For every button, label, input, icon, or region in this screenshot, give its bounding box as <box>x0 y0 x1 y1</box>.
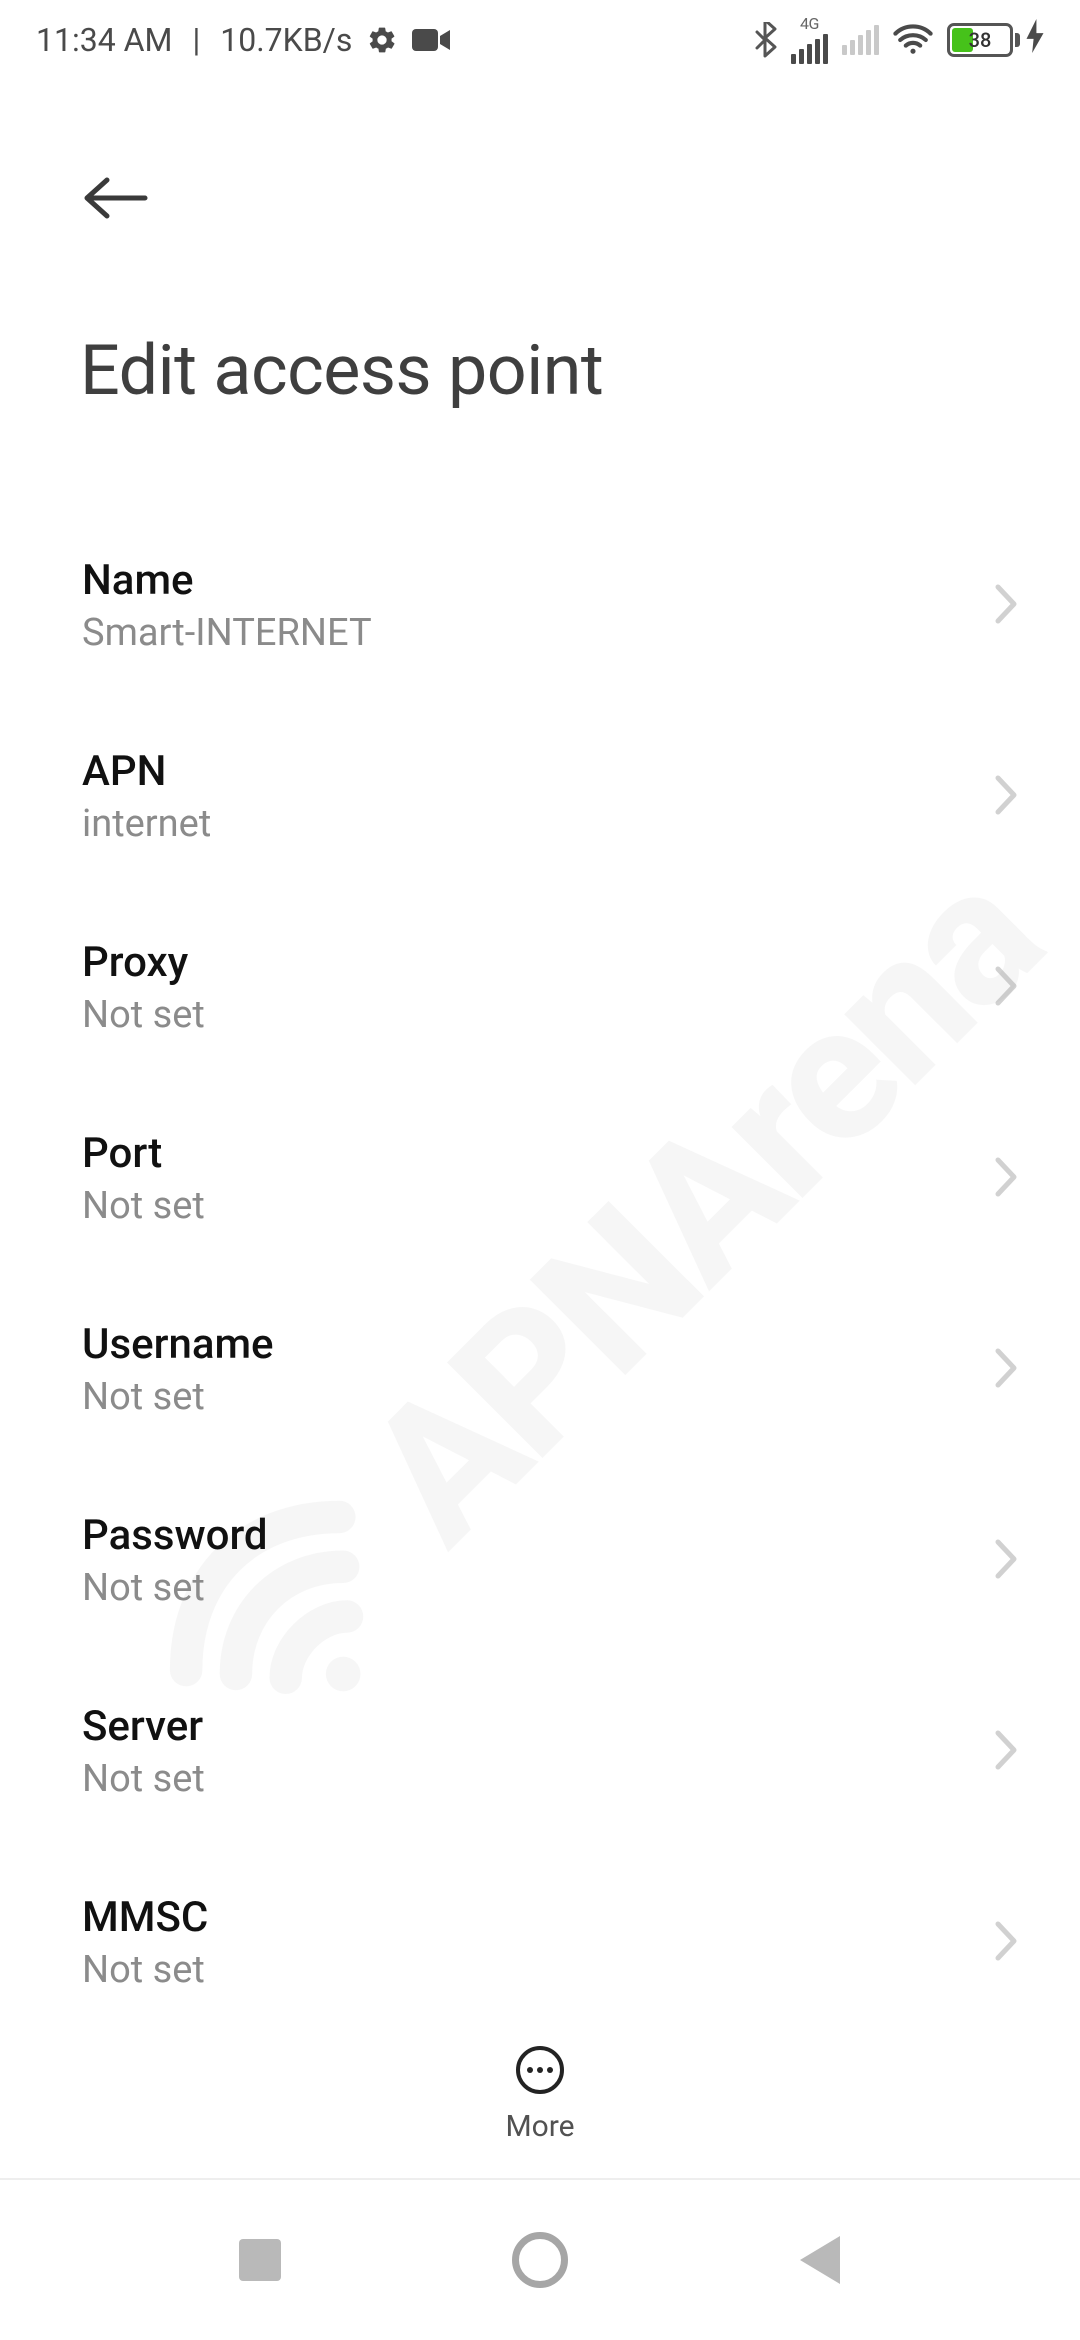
status-separator: | <box>192 21 200 59</box>
chevron-right-icon <box>994 774 1020 820</box>
nav-recent-button[interactable] <box>225 2225 295 2295</box>
page-title: Edit access point <box>80 330 603 412</box>
setting-value-username: Not set <box>82 1375 274 1419</box>
bluetooth-icon <box>753 22 777 58</box>
chevron-right-icon <box>994 583 1020 629</box>
setting-value-apn: internet <box>82 802 211 846</box>
square-icon <box>239 2239 281 2281</box>
battery-percent: 38 <box>950 26 1010 54</box>
setting-label-username: Username <box>82 1320 274 1369</box>
chevron-right-icon <box>994 1538 1020 1584</box>
setting-label-proxy: Proxy <box>82 938 205 987</box>
settings-list: Name Smart-INTERNET APN internet Proxy Not se… <box>0 510 1080 2030</box>
chevron-right-icon <box>994 1920 1020 1966</box>
circle-icon <box>512 2232 568 2288</box>
bottom-actions: More <box>0 2010 1080 2180</box>
gear-icon <box>366 24 398 56</box>
status-bar: 11:34 AM | 10.7KB/s 4G <box>0 0 1080 80</box>
chevron-right-icon <box>994 1156 1020 1202</box>
more-icon <box>515 2045 565 2099</box>
triangle-left-icon <box>800 2236 840 2284</box>
setting-row-proxy[interactable]: Proxy Not set <box>0 892 1080 1083</box>
android-navbar <box>0 2180 1080 2340</box>
setting-label-name: Name <box>82 556 372 605</box>
setting-value-name: Smart-INTERNET <box>82 611 372 655</box>
setting-row-name[interactable]: Name Smart-INTERNET <box>0 510 1080 701</box>
more-label: More <box>505 2109 574 2144</box>
setting-label-apn: APN <box>82 747 211 796</box>
setting-label-port: Port <box>82 1129 205 1178</box>
charging-icon <box>1026 19 1044 61</box>
signal-sim1: 4G <box>791 16 828 64</box>
setting-label-mmsc: MMSC <box>82 1893 208 1942</box>
back-button[interactable] <box>76 160 156 240</box>
setting-label-password: Password <box>82 1511 268 1560</box>
wifi-icon <box>893 24 933 56</box>
status-net-speed: 10.7KB/s <box>220 21 352 59</box>
battery-indicator: 38 <box>947 19 1044 61</box>
status-time: 11:34 AM <box>36 21 172 59</box>
more-button[interactable]: More <box>475 2035 604 2154</box>
setting-row-port[interactable]: Port Not set <box>0 1083 1080 1274</box>
nav-home-button[interactable] <box>505 2225 575 2295</box>
arrow-left-icon <box>83 175 149 225</box>
setting-row-apn[interactable]: APN internet <box>0 701 1080 892</box>
nav-back-button[interactable] <box>785 2225 855 2295</box>
setting-row-server[interactable]: Server Not set <box>0 1656 1080 1847</box>
chevron-right-icon <box>994 1347 1020 1393</box>
setting-row-mmsc[interactable]: MMSC Not set <box>0 1847 1080 2030</box>
setting-value-server: Not set <box>82 1757 205 1801</box>
video-icon <box>412 27 450 53</box>
setting-value-proxy: Not set <box>82 993 205 1037</box>
setting-row-password[interactable]: Password Not set <box>0 1465 1080 1656</box>
setting-value-port: Not set <box>82 1184 205 1228</box>
setting-value-password: Not set <box>82 1566 268 1610</box>
signal-sim2 <box>842 25 879 55</box>
setting-value-mmsc: Not set <box>82 1948 208 1992</box>
network-type-label: 4G <box>800 16 819 32</box>
setting-label-server: Server <box>82 1702 205 1751</box>
chevron-right-icon <box>994 1729 1020 1775</box>
chevron-right-icon <box>994 965 1020 1011</box>
setting-row-username[interactable]: Username Not set <box>0 1274 1080 1465</box>
